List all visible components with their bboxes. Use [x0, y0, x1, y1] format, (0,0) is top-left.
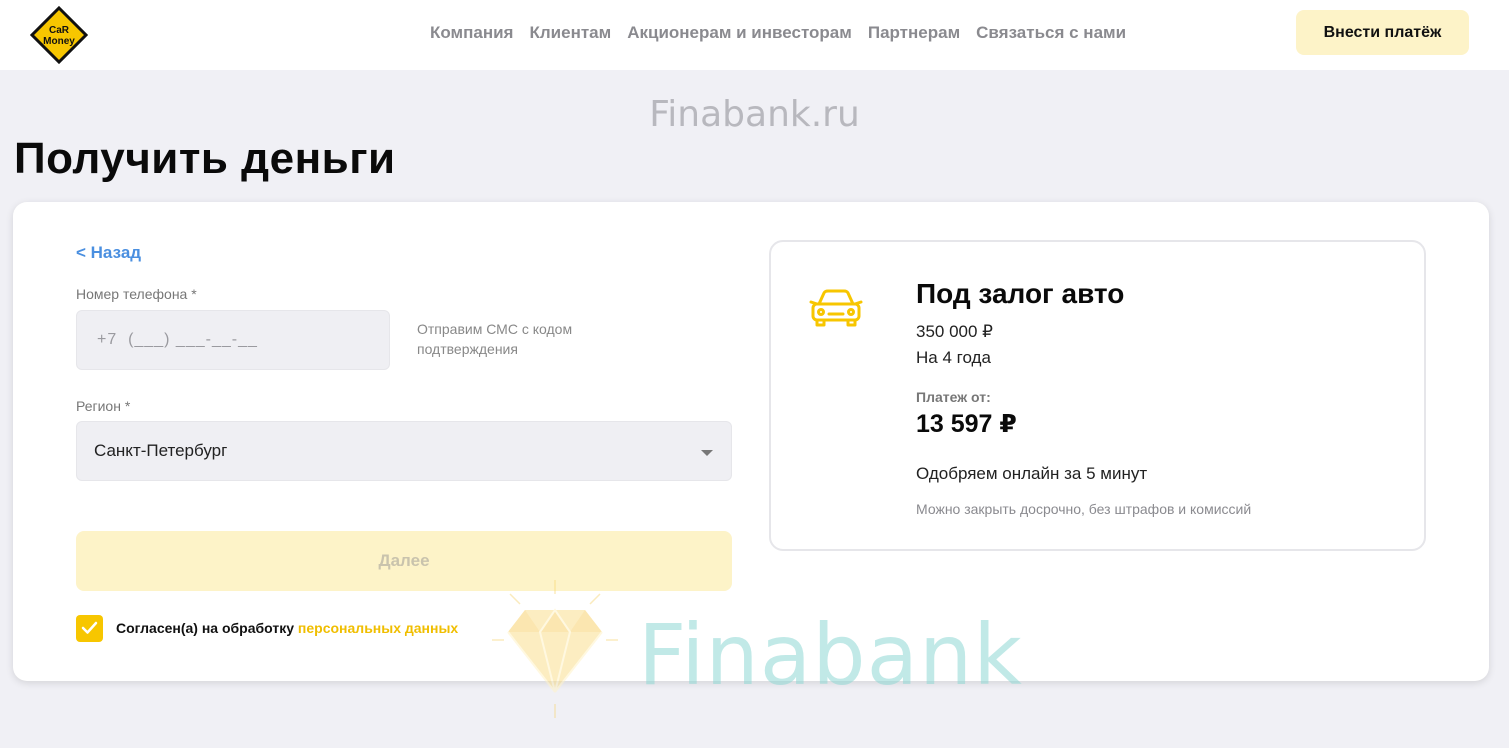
- payment-value: 13 597 ₽: [916, 410, 1017, 438]
- make-payment-button[interactable]: Внести платёж: [1296, 10, 1469, 55]
- next-button[interactable]: Далее: [76, 531, 732, 591]
- approve-text: Одобряем онлайн за 5 минут: [916, 464, 1148, 483]
- consent-label: Согласен(а) на обработку персональных да…: [116, 620, 458, 636]
- logo-text-bottom: Money: [43, 36, 75, 47]
- nav-clients[interactable]: Клиентам: [529, 22, 611, 44]
- watermark-top: Finabank.ru: [649, 94, 860, 135]
- sms-hint: Отправим СМС с кодом подтверждения: [417, 321, 573, 357]
- nav-contact[interactable]: Связаться с нами: [976, 22, 1126, 44]
- page-title: Получить деньги: [14, 134, 396, 183]
- main-nav: Компания Клиентам Акционерам и инвестора…: [430, 22, 1126, 44]
- region-label: Регион *: [76, 398, 131, 414]
- logo-text-top: CaR: [49, 25, 70, 36]
- payment-label: Платеж от:: [916, 389, 991, 405]
- phone-input[interactable]: [76, 310, 390, 370]
- nav-partners[interactable]: Партнерам: [868, 22, 960, 44]
- early-close-note: Можно закрыть досрочно, без штрафов и ко…: [916, 501, 1252, 517]
- nav-company[interactable]: Компания: [430, 22, 513, 44]
- phone-label: Номер телефона *: [76, 286, 197, 302]
- consent-checkbox[interactable]: [76, 615, 103, 642]
- site-header: CaR Money Компания Клиентам Акционерам и…: [0, 0, 1509, 70]
- consent-text: Согласен(а) на обработку: [116, 620, 298, 636]
- offer-term: На 4 года: [916, 348, 991, 367]
- nav-investors[interactable]: Акционерам и инвесторам: [627, 22, 852, 44]
- loan-form-card: < Назад Номер телефона * Отправим СМС с …: [13, 202, 1489, 681]
- offer-amount: 350 000 ₽: [916, 322, 993, 341]
- carmoney-logo[interactable]: CaR Money: [29, 5, 89, 65]
- car-icon: [809, 289, 863, 327]
- region-select[interactable]: Санкт-Петербург: [76, 421, 732, 481]
- personal-data-link[interactable]: персональных данных: [298, 620, 458, 636]
- offer-title: Под залог авто: [916, 278, 1125, 309]
- offer-card: Под залог авто 350 000 ₽ На 4 года Плате…: [769, 240, 1426, 551]
- back-link[interactable]: < Назад: [76, 243, 141, 263]
- region-value: Санкт-Петербург: [94, 441, 228, 460]
- check-icon: [81, 621, 98, 634]
- chevron-down-icon: [701, 450, 713, 456]
